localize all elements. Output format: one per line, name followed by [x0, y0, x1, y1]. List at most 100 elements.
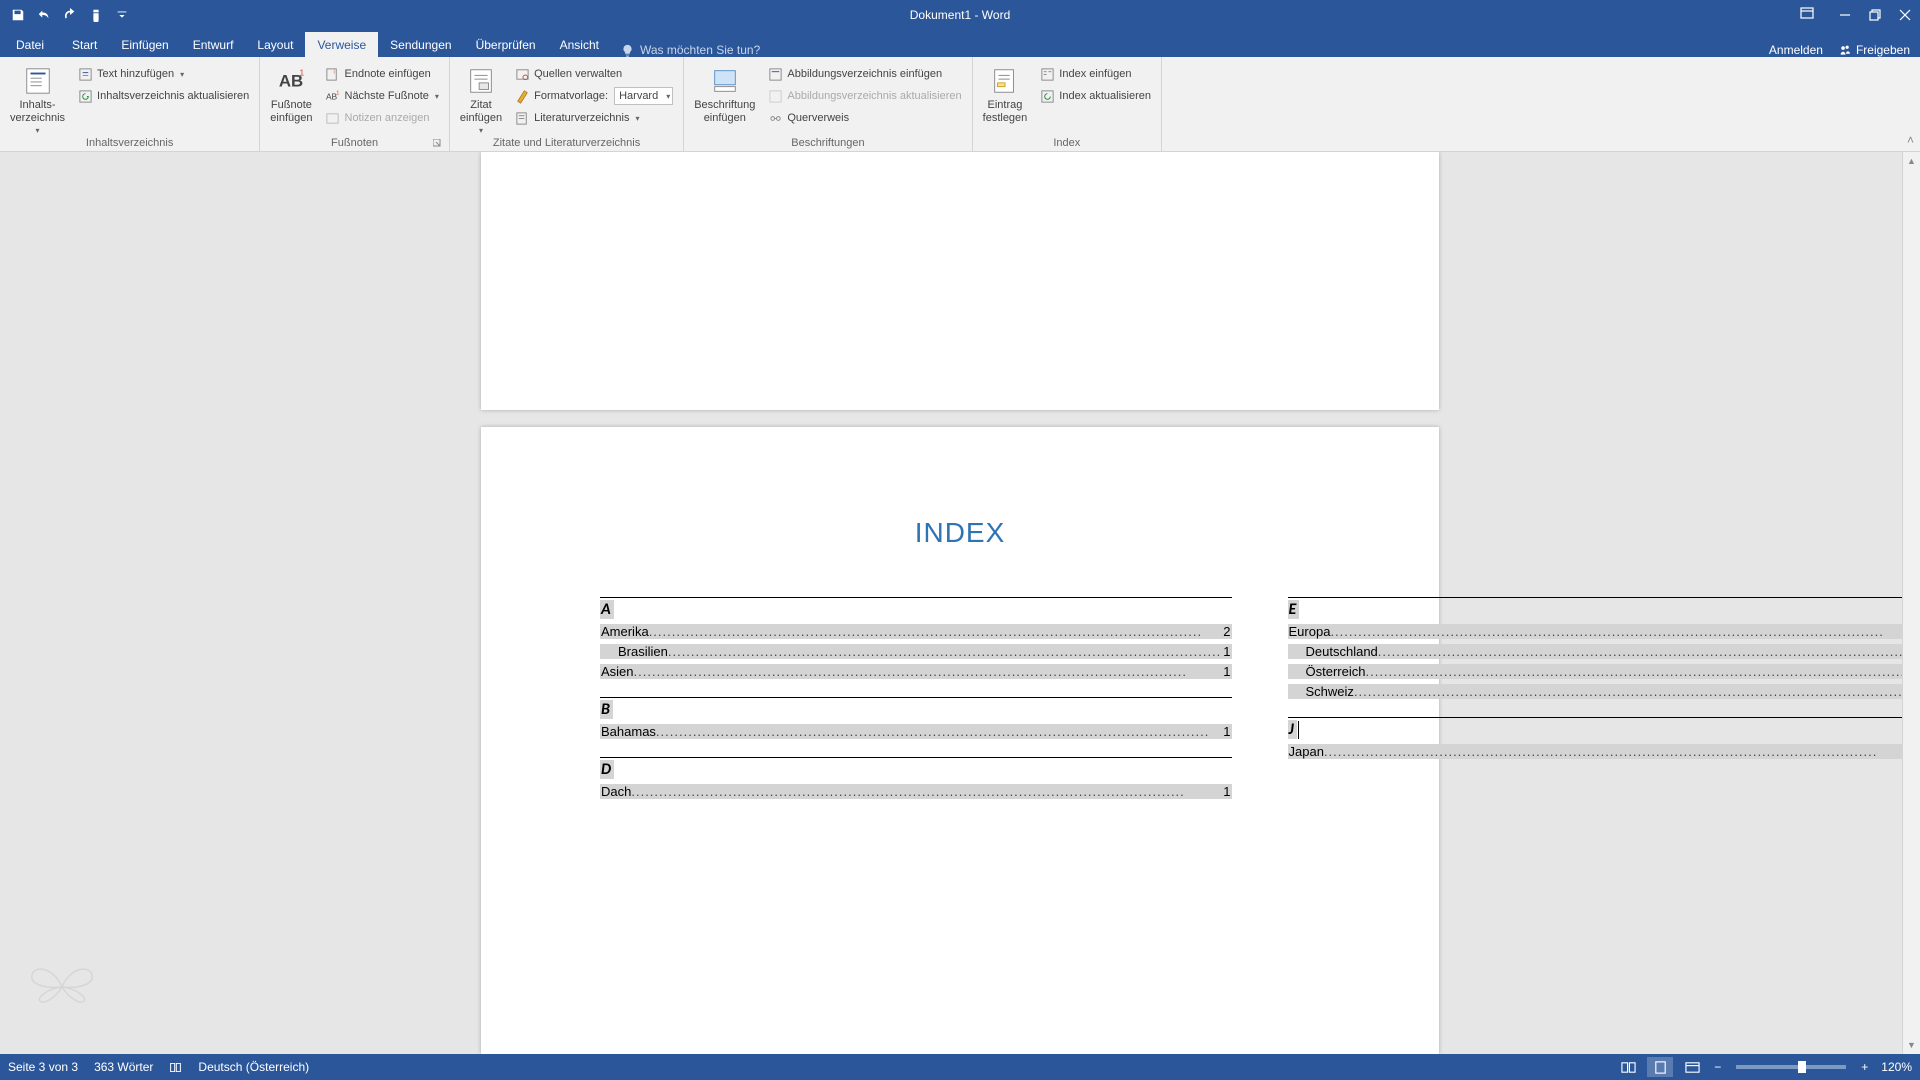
index-section: A Amerika ...............................… — [600, 597, 1232, 679]
style-icon — [514, 88, 530, 104]
next-footnote-icon: AB1 — [325, 88, 341, 104]
book-icon — [169, 1061, 182, 1074]
table-of-contents-button[interactable]: Inhalts- verzeichnis ▾ — [4, 61, 71, 137]
update-figure-table-button: Abbildungsverzeichnis aktualisieren — [763, 85, 965, 107]
update-toc-button[interactable]: Inhaltsverzeichnis aktualisieren — [73, 85, 253, 107]
mark-entry-button[interactable]: Eintrag festlegen — [977, 61, 1034, 127]
share-icon — [1839, 44, 1852, 57]
status-spellcheck[interactable] — [169, 1061, 182, 1074]
scroll-down-icon[interactable]: ▼ — [1903, 1036, 1920, 1054]
lightbulb-icon — [621, 44, 634, 57]
update-figure-table-icon — [767, 88, 783, 104]
top-right-actions: Anmelden Freigeben — [1769, 43, 1920, 57]
index-section: DDach ..................................… — [600, 757, 1232, 799]
page-current[interactable]: INDEX A Amerika .........................… — [481, 427, 1439, 1054]
index-entry: Schweiz ................................… — [1288, 684, 1920, 699]
index-entry: Brasilien ..............................… — [600, 644, 1232, 659]
svg-text:1: 1 — [336, 90, 339, 96]
index-letter: J — [1288, 720, 1297, 739]
status-word-count[interactable]: 363 Wörter — [94, 1060, 153, 1074]
quick-access-toolbar — [0, 3, 134, 27]
insert-footnote-button[interactable]: AB1 Fußnote einfügen — [264, 61, 318, 127]
undo-icon[interactable] — [32, 3, 56, 27]
caption-icon — [709, 65, 741, 97]
tab-insert[interactable]: Einfügen — [109, 32, 180, 57]
footnote-icon: AB1 — [275, 65, 307, 97]
mark-entry-icon — [989, 65, 1021, 97]
insert-endnote-button[interactable]: i Endnote einfügen — [321, 63, 443, 85]
endnote-icon: i — [325, 66, 341, 82]
vertical-scrollbar[interactable]: ▲ ▼ — [1902, 152, 1920, 1054]
share-button[interactable]: Freigeben — [1839, 43, 1910, 57]
bibliography-button[interactable]: Literaturverzeichnis▾ — [510, 107, 677, 129]
dialog-launcher-footnotes[interactable] — [431, 137, 443, 149]
view-read-mode[interactable] — [1615, 1057, 1641, 1077]
document-canvas[interactable]: INDEX A Amerika .........................… — [0, 152, 1920, 1054]
zoom-thumb[interactable] — [1798, 1061, 1806, 1073]
tab-start[interactable]: Start — [60, 32, 109, 57]
cross-ref-icon — [767, 110, 783, 126]
ribbon-display-options-icon[interactable] — [1794, 0, 1820, 26]
insert-index-button[interactable]: Index einfügen — [1035, 63, 1155, 85]
insert-index-icon — [1039, 66, 1055, 82]
show-notes-button: Notizen anzeigen — [321, 107, 443, 129]
close-button[interactable] — [1890, 0, 1920, 30]
index-entry: Asien ..................................… — [600, 664, 1232, 679]
view-print-layout[interactable] — [1647, 1057, 1673, 1077]
tab-view[interactable]: Ansicht — [548, 32, 611, 57]
redo-icon[interactable] — [58, 3, 82, 27]
group-label-index: Index — [977, 137, 1157, 151]
citation-style-dropdown[interactable]: Formatvorlage: Harvard — [510, 85, 677, 107]
butterfly-watermark-icon — [26, 957, 98, 1022]
index-entry: Amerika ................................… — [600, 624, 1232, 639]
cross-reference-button[interactable]: Querverweis — [763, 107, 965, 129]
index-column-left: A Amerika ...............................… — [600, 597, 1232, 817]
tab-file[interactable]: Datei — [0, 32, 60, 57]
insert-figure-table-button[interactable]: Abbildungsverzeichnis einfügen — [763, 63, 965, 85]
insert-citation-button[interactable]: Zitat einfügen ▾ — [454, 61, 508, 137]
update-index-button[interactable]: Index aktualisieren — [1035, 85, 1155, 107]
touch-mouse-mode-icon[interactable] — [84, 3, 108, 27]
tab-layout[interactable]: Layout — [245, 32, 305, 57]
index-entry: Japan ..................................… — [1288, 744, 1920, 759]
index-entry: Bahamas ................................… — [600, 724, 1232, 739]
toc-icon — [22, 65, 54, 97]
scroll-up-icon[interactable]: ▲ — [1903, 152, 1920, 170]
status-page[interactable]: Seite 3 von 3 — [8, 1060, 78, 1074]
index-heading: INDEX — [600, 517, 1320, 549]
insert-caption-button[interactable]: Beschriftung einfügen — [688, 61, 761, 127]
show-notes-icon — [325, 110, 341, 126]
tell-me-search[interactable]: Was möchten Sie tun? — [611, 43, 1769, 57]
ribbon: Inhalts- verzeichnis ▾ Text hinzufügen▾ … — [0, 57, 1920, 152]
sign-in-link[interactable]: Anmelden — [1769, 43, 1823, 57]
zoom-percentage[interactable]: 120% — [1881, 1060, 1912, 1074]
zoom-out-button[interactable]: − — [1711, 1060, 1724, 1074]
tab-references[interactable]: Verweise — [305, 32, 378, 57]
index-letter: A — [600, 600, 614, 619]
style-select-value[interactable]: Harvard — [614, 87, 673, 105]
group-label-footnotes: Fußnoten — [264, 137, 445, 151]
group-captions: Beschriftung einfügen Abbildungsverzeich… — [684, 57, 972, 151]
tab-mailings[interactable]: Sendungen — [378, 32, 463, 57]
page-previous[interactable] — [481, 152, 1439, 410]
minimize-button[interactable] — [1830, 0, 1860, 30]
restore-button[interactable] — [1860, 0, 1890, 30]
save-icon[interactable] — [6, 3, 30, 27]
title-bar: Dokument1 - Word — [0, 0, 1920, 30]
group-footnotes: AB1 Fußnote einfügen i Endnote einfügen … — [260, 57, 450, 151]
index-section: BBahamas ...............................… — [600, 697, 1232, 739]
tab-review[interactable]: Überprüfen — [464, 32, 548, 57]
manage-sources-button[interactable]: Quellen verwalten — [510, 63, 677, 85]
status-language[interactable]: Deutsch (Österreich) — [198, 1060, 309, 1074]
update-index-icon — [1039, 88, 1055, 104]
group-citations: Zitat einfügen ▾ Quellen verwalten Forma… — [450, 57, 684, 151]
view-web-layout[interactable] — [1679, 1057, 1705, 1077]
collapse-ribbon-icon[interactable]: ˄ — [1907, 133, 1914, 147]
zoom-in-button[interactable]: + — [1858, 1060, 1871, 1074]
next-footnote-button[interactable]: AB1 Nächste Fußnote▾ — [321, 85, 443, 107]
qat-customize-icon[interactable] — [110, 3, 134, 27]
group-table-of-contents: Inhalts- verzeichnis ▾ Text hinzufügen▾ … — [0, 57, 260, 151]
add-text-button[interactable]: Text hinzufügen▾ — [73, 63, 253, 85]
zoom-slider[interactable] — [1736, 1065, 1846, 1069]
tab-design[interactable]: Entwurf — [181, 32, 246, 57]
